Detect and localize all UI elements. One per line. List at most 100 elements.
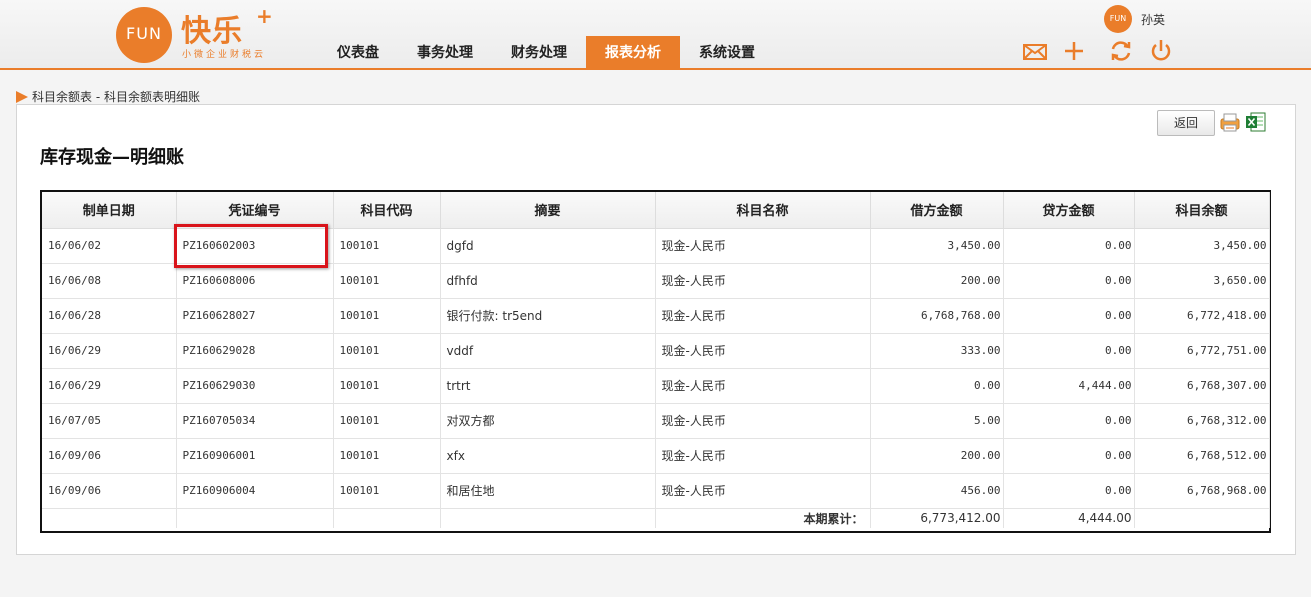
col-header-summary[interactable]: 摘要: [440, 192, 656, 229]
col-header-voucher[interactable]: 凭证编号: [176, 192, 334, 229]
logo-text: FUN: [126, 24, 162, 43]
date-cell: 16/09/06: [42, 438, 177, 474]
voucher-link[interactable]: PZ160608006: [176, 263, 334, 299]
nav-dashboard[interactable]: 仪表盘: [318, 36, 398, 70]
table-row[interactable]: 16/07/05 PZ160705034 100101 对双方都 现金-人民币 5.00 0…: [42, 403, 1270, 439]
balance-cell: 6,768,312.00: [1134, 403, 1270, 439]
total-debit: 6,773,412.00: [870, 508, 1004, 528]
voucher-link[interactable]: PZ160906004: [176, 473, 334, 509]
ledger-table: 制单日期 凭证编号 科目代码 摘要 科目名称 借方金额 贷方金额 科目余额 16…: [40, 190, 1271, 533]
summary-cell: xfx: [440, 438, 656, 474]
nav-reports[interactable]: 报表分析: [586, 36, 680, 70]
credit-cell: 0.00: [1003, 403, 1135, 439]
balance-cell: 6,772,751.00: [1134, 333, 1270, 369]
date-cell: 16/06/02: [42, 228, 177, 264]
account-name-cell: 现金-人民币: [655, 438, 871, 474]
breadcrumb-arrow-icon: [16, 90, 28, 103]
account-code-cell: 100101: [333, 228, 441, 264]
debit-cell: 333.00: [870, 333, 1004, 369]
debit-cell: 200.00: [870, 438, 1004, 474]
credit-cell: 0.00: [1003, 263, 1135, 299]
voucher-link[interactable]: PZ160629030: [176, 368, 334, 404]
total-empty-cell: [42, 508, 177, 528]
table-row[interactable]: 16/06/08 PZ160608006 100101 dfhfd 现金-人民币 200.…: [42, 263, 1270, 299]
plus-icon[interactable]: [1060, 38, 1088, 64]
debit-cell: 5.00: [870, 403, 1004, 439]
date-cell: 16/06/29: [42, 333, 177, 369]
voucher-link[interactable]: PZ160906001: [176, 438, 334, 474]
debit-cell: 0.00: [870, 368, 1004, 404]
total-empty-cell: [333, 508, 441, 528]
debit-cell: 3,450.00: [870, 228, 1004, 264]
back-button[interactable]: 返回: [1157, 110, 1215, 136]
credit-cell: 0.00: [1003, 438, 1135, 474]
date-cell: 16/06/08: [42, 263, 177, 299]
date-cell: 16/06/28: [42, 298, 177, 334]
col-header-credit[interactable]: 贷方金额: [1003, 192, 1135, 229]
col-header-balance[interactable]: 科目余额: [1134, 192, 1270, 229]
account-code-cell: 100101: [333, 368, 441, 404]
table-row[interactable]: 16/06/29 PZ160629028 100101 vddf 现金-人民币 333.0…: [42, 333, 1270, 369]
print-icon[interactable]: [1219, 111, 1241, 133]
account-name-cell: 现金-人民币: [655, 263, 871, 299]
account-name-cell: 现金-人民币: [655, 368, 871, 404]
voucher-highlight-box: [174, 224, 328, 268]
account-code-cell: 100101: [333, 333, 441, 369]
col-header-account-name[interactable]: 科目名称: [655, 192, 871, 229]
voucher-link[interactable]: PZ160705034: [176, 403, 334, 439]
nav-finance[interactable]: 财务处理: [492, 36, 586, 70]
power-icon[interactable]: [1147, 38, 1175, 64]
credit-cell: 4,444.00: [1003, 368, 1135, 404]
summary-cell: dfhfd: [440, 263, 656, 299]
table-row[interactable]: 16/06/29 PZ160629030 100101 trtrt 现金-人民币 0.00…: [42, 368, 1270, 404]
avatar[interactable]: FUN: [1104, 5, 1132, 33]
voucher-link[interactable]: PZ160629028: [176, 333, 334, 369]
main-nav: 仪表盘 事务处理 财务处理 报表分析 系统设置: [318, 36, 774, 70]
total-label: 本期累计：: [655, 508, 871, 528]
table-row[interactable]: 16/09/06 PZ160906001 100101 xfx 现金-人民币 200.00…: [42, 438, 1270, 474]
total-empty-cell: [440, 508, 656, 528]
account-name-cell: 现金-人民币: [655, 403, 871, 439]
table-row[interactable]: 16/09/06 PZ160906004 100101 和居住地 现金-人民币 456.0…: [42, 473, 1270, 509]
refresh-icon[interactable]: [1107, 38, 1135, 64]
balance-cell: 3,450.00: [1134, 228, 1270, 264]
excel-export-icon[interactable]: [1245, 111, 1267, 133]
nav-transactions[interactable]: 事务处理: [398, 36, 492, 70]
breadcrumb-text[interactable]: 科目余额表 - 科目余额表明细账: [32, 88, 200, 105]
debit-cell: 6,768,768.00: [870, 298, 1004, 334]
credit-cell: 0.00: [1003, 473, 1135, 509]
summary-cell: 和居住地: [440, 473, 656, 509]
account-code-cell: 100101: [333, 298, 441, 334]
account-code-cell: 100101: [333, 403, 441, 439]
date-cell: 16/06/29: [42, 368, 177, 404]
table-row[interactable]: 16/06/28 PZ160628027 100101 银行付款: tr5end 现金-…: [42, 298, 1270, 334]
col-header-date[interactable]: 制单日期: [42, 192, 177, 229]
credit-cell: 0.00: [1003, 298, 1135, 334]
account-name-cell: 现金-人民币: [655, 473, 871, 509]
debit-cell: 456.00: [870, 473, 1004, 509]
user-name[interactable]: 孙英: [1141, 11, 1165, 28]
total-empty-cell: [1134, 508, 1270, 528]
col-header-account-code[interactable]: 科目代码: [333, 192, 441, 229]
account-code-cell: 100101: [333, 263, 441, 299]
credit-cell: 0.00: [1003, 333, 1135, 369]
content-panel: 返回 库存现金—明细账 制单日期 凭证编号 科目代码 摘要 科目名称 借方金额 …: [16, 104, 1296, 555]
voucher-link[interactable]: PZ160628027: [176, 298, 334, 334]
nav-settings[interactable]: 系统设置: [680, 36, 774, 70]
account-name-cell: 现金-人民币: [655, 333, 871, 369]
account-code-cell: 100101: [333, 473, 441, 509]
breadcrumb: 科目余额表 - 科目余额表明细账: [16, 88, 200, 105]
table-header-row: 制单日期 凭证编号 科目代码 摘要 科目名称 借方金额 贷方金额 科目余额: [42, 192, 1270, 229]
date-cell: 16/07/05: [42, 403, 177, 439]
date-cell: 16/09/06: [42, 473, 177, 509]
balance-cell: 3,650.00: [1134, 263, 1270, 299]
logo-badge: FUN: [116, 7, 172, 63]
col-header-debit[interactable]: 借方金额: [870, 192, 1004, 229]
summary-cell: vddf: [440, 333, 656, 369]
balance-cell: 6,768,968.00: [1134, 473, 1270, 509]
account-name-cell: 现金-人民币: [655, 228, 871, 264]
mail-icon[interactable]: [1021, 38, 1049, 64]
brand-subtitle: 小微企业财税云: [182, 50, 267, 60]
total-credit: 4,444.00: [1003, 508, 1135, 528]
page-title: 库存现金—明细账: [40, 147, 184, 168]
